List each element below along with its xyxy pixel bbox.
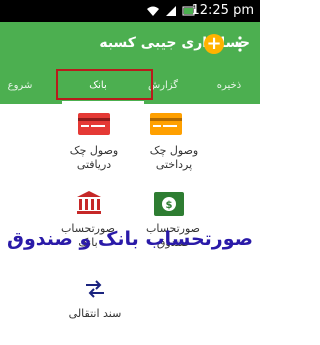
status-bar: 12:25 pm (0, 0, 260, 22)
overlay-caption: صورتحساب بانک و صندوق (7, 228, 253, 250)
transfer-item[interactable]: سند انتقالی (60, 276, 130, 326)
status-time: 12:25 pm (191, 3, 254, 18)
card-red-icon (78, 113, 110, 139)
tab-indicator (62, 101, 144, 104)
add-button[interactable]: + (204, 34, 224, 54)
receive-check-label: وصول چک دریافتی (69, 144, 119, 171)
plus-icon: + (206, 33, 222, 54)
tab-save[interactable]: ذخیره (198, 68, 260, 104)
signal-icon (165, 2, 177, 21)
app-title: حسابداری جیبی کسبه (99, 35, 250, 51)
status-icons (146, 3, 196, 19)
app-bar: حسابداری جیبی کسبه + (0, 22, 260, 68)
receive-check-item[interactable]: وصول چک دریافتی (64, 110, 124, 171)
card-orange-icon (150, 113, 182, 139)
tab-highlight-box (56, 69, 153, 100)
cash-icon: $ (154, 192, 184, 220)
tab-start[interactable]: شروع (0, 68, 40, 104)
svg-text:$: $ (166, 200, 173, 211)
transfer-label: سند انتقالی (68, 307, 122, 320)
transfer-arrows-icon (84, 278, 106, 304)
wifi-icon (146, 2, 160, 21)
bank-icon (76, 190, 102, 220)
paid-check-item[interactable]: وصول چک پرداختی (144, 110, 204, 171)
paid-check-label: وصول چک پرداختی (149, 144, 199, 171)
overflow-menu-icon[interactable] (238, 36, 242, 56)
